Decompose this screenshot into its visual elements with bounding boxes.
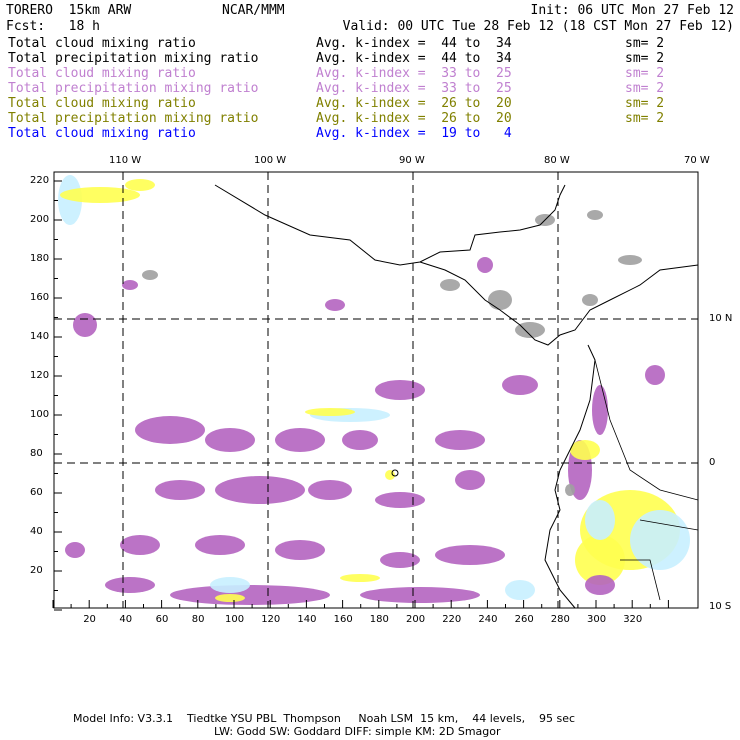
y-tick-label: 200 bbox=[30, 214, 50, 225]
yellow-field-blob bbox=[305, 408, 355, 416]
purple-field-blob bbox=[455, 470, 485, 490]
gray-field-blob bbox=[565, 484, 575, 496]
lat-label: 0 bbox=[709, 457, 716, 468]
purple-field-blob bbox=[308, 480, 352, 500]
x-tick-label: 160 bbox=[333, 614, 353, 625]
purple-field-blob bbox=[215, 476, 305, 504]
x-tick-label: 320 bbox=[623, 614, 643, 625]
y-tick-label: 180 bbox=[30, 253, 50, 264]
purple-field-blob bbox=[375, 380, 425, 400]
purple-field-blob bbox=[195, 535, 245, 555]
purple-field-blob bbox=[435, 545, 505, 565]
y-tick-label: 220 bbox=[30, 175, 50, 186]
purple-field-blob bbox=[65, 542, 85, 558]
x-tick-label: 80 bbox=[191, 614, 205, 625]
x-tick-label: 260 bbox=[514, 614, 534, 625]
purple-field-blob bbox=[325, 299, 345, 311]
purple-field-blob bbox=[120, 535, 160, 555]
lon-label: 110 W bbox=[109, 155, 142, 166]
yellow-field-blob bbox=[60, 187, 140, 203]
purple-field-blob bbox=[380, 552, 420, 568]
yellow-field-blob bbox=[570, 440, 600, 460]
y-tick-label: 160 bbox=[30, 292, 50, 303]
gray-field-blob bbox=[142, 270, 158, 280]
purple-field-blob bbox=[275, 540, 325, 560]
footer-physics: LW: Godd SW: Goddard DIFF: simple KM: 2D… bbox=[214, 725, 501, 738]
purple-field-blob bbox=[360, 587, 480, 603]
purple-field-blob bbox=[73, 313, 97, 337]
lightblue-field-blob bbox=[210, 577, 250, 593]
yellow-field-blob bbox=[215, 594, 245, 602]
x-tick-label: 100 bbox=[225, 614, 245, 625]
x-tick-label: 60 bbox=[155, 614, 169, 625]
lat-label: 10 N bbox=[709, 313, 733, 324]
lon-label: 90 W bbox=[399, 155, 425, 166]
x-tick-label: 220 bbox=[442, 614, 462, 625]
y-tick-label: 120 bbox=[30, 370, 50, 381]
y-tick-label: 40 bbox=[30, 526, 43, 537]
purple-field-blob bbox=[135, 416, 205, 444]
purple-field-blob bbox=[342, 430, 378, 450]
footer-model-info: Model Info: V3.3.1 Tiedtke YSU PBL Thomp… bbox=[73, 712, 576, 725]
lightblue-field-blob bbox=[630, 510, 690, 570]
purple-field-blob bbox=[502, 375, 538, 395]
lightblue-field-blob bbox=[505, 580, 535, 600]
x-tick-label: 200 bbox=[406, 614, 426, 625]
yellow-field-blob bbox=[340, 574, 380, 582]
gray-field-blob bbox=[582, 294, 598, 306]
purple-field-blob bbox=[592, 385, 608, 435]
y-tick-label: 80 bbox=[30, 448, 43, 459]
map-figure: TORERO 15km ARW NCAR/MMM Init: 06 UTC Mo… bbox=[0, 0, 740, 740]
x-tick-label: 120 bbox=[261, 614, 281, 625]
x-tick-label: 40 bbox=[119, 614, 133, 625]
lon-label: 70 W bbox=[684, 155, 710, 166]
lon-label: 100 W bbox=[254, 155, 287, 166]
lat-label: 10 S bbox=[709, 601, 732, 612]
x-tick-label: 280 bbox=[550, 614, 570, 625]
yellow-field-blob bbox=[125, 179, 155, 191]
purple-field-blob bbox=[645, 365, 665, 385]
y-tick-label: 100 bbox=[30, 409, 50, 420]
map-plot bbox=[52, 171, 699, 611]
lightblue-field-blob bbox=[585, 500, 615, 540]
lon-label: 80 W bbox=[544, 155, 570, 166]
purple-field-blob bbox=[435, 430, 485, 450]
y-tick-label: 60 bbox=[30, 487, 43, 498]
purple-field-blob bbox=[205, 428, 255, 452]
coastline-central-america bbox=[419, 261, 699, 346]
purple-field-blob bbox=[122, 280, 138, 290]
purple-field-blob bbox=[375, 492, 425, 508]
x-tick-label: 20 bbox=[83, 614, 96, 625]
x-tick-label: 240 bbox=[478, 614, 498, 625]
y-tick-label: 20 bbox=[30, 565, 43, 576]
gray-field-blob bbox=[587, 210, 603, 220]
x-tick-label: 140 bbox=[297, 614, 317, 625]
x-tick-label: 180 bbox=[369, 614, 389, 625]
x-tick-label: 300 bbox=[587, 614, 607, 625]
gray-field-blob bbox=[440, 279, 460, 291]
y-tick-label: 140 bbox=[30, 331, 50, 342]
gray-field-blob bbox=[488, 290, 512, 310]
purple-field-blob bbox=[155, 480, 205, 500]
purple-field-blob bbox=[105, 577, 155, 593]
purple-field-blob bbox=[477, 257, 493, 273]
gray-field-blob bbox=[618, 255, 642, 265]
purple-field-blob bbox=[275, 428, 325, 452]
purple-field-blob bbox=[585, 575, 615, 595]
